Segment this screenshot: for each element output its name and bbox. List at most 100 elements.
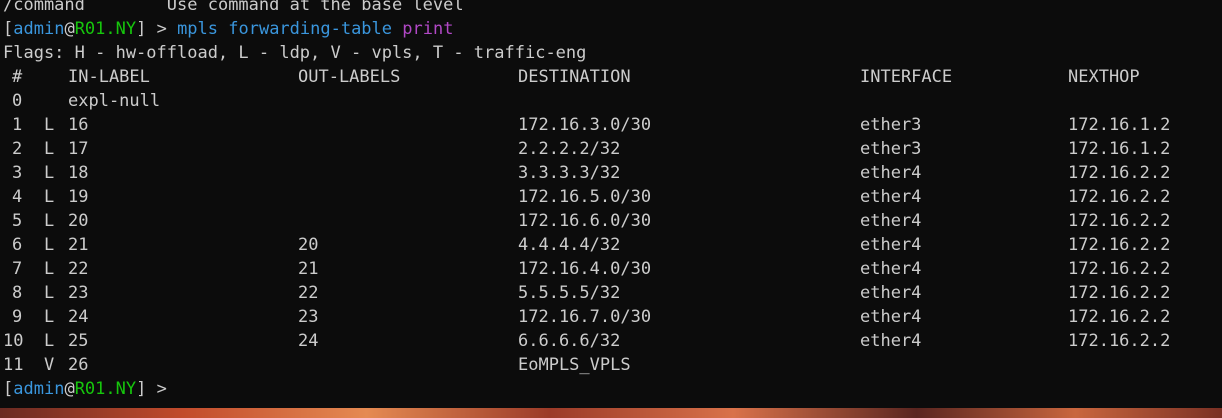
row-interface: ether4 bbox=[860, 163, 922, 183]
prompt-at: @ bbox=[64, 379, 75, 399]
row-flag: L bbox=[44, 283, 55, 303]
row-nexthop: 172.16.2.2 bbox=[1068, 259, 1171, 279]
row-num: 1 bbox=[12, 115, 23, 135]
table-row: 5 L 20 172.16.6.0/30 ether4 172.16.2.2 bbox=[0, 209, 1222, 233]
row-num: 5 bbox=[12, 211, 23, 231]
header-num: # bbox=[12, 67, 23, 87]
row-in-label: expl-null bbox=[68, 91, 161, 111]
header-in-label: IN-LABEL bbox=[68, 67, 150, 87]
row-nexthop: 172.16.2.2 bbox=[1068, 235, 1171, 255]
row-destination: 172.16.6.0/30 bbox=[518, 211, 652, 231]
row-destination: 172.16.5.0/30 bbox=[518, 187, 652, 207]
row-in-label: 18 bbox=[68, 163, 89, 183]
row-interface: ether3 bbox=[860, 115, 922, 135]
header-interface: INTERFACE bbox=[860, 67, 953, 87]
row-destination: 172.16.4.0/30 bbox=[518, 259, 652, 279]
header-out-labels: OUT-LABELS bbox=[298, 67, 401, 87]
row-destination: EoMPLS_VPLS bbox=[518, 355, 631, 375]
table-row: 3 L 18 3.3.3.3/32 ether4 172.16.2.2 bbox=[0, 161, 1222, 185]
row-nexthop: 172.16.2.2 bbox=[1068, 331, 1171, 351]
row-in-label: 17 bbox=[68, 139, 89, 159]
row-interface: ether4 bbox=[860, 307, 922, 327]
row-in-label: 22 bbox=[68, 259, 89, 279]
row-num: 11 bbox=[3, 355, 24, 375]
table-row: 9 L 24 23 172.16.7.0/30 ether4 172.16.2.… bbox=[0, 305, 1222, 329]
row-flag: L bbox=[44, 163, 55, 183]
row-num: 2 bbox=[12, 139, 23, 159]
row-out-labels: 21 bbox=[298, 259, 319, 279]
row-interface: ether3 bbox=[860, 139, 922, 159]
table-row: 2 L 17 2.2.2.2/32 ether3 172.16.1.2 bbox=[0, 137, 1222, 161]
prompt-host: R01.NY bbox=[74, 19, 137, 39]
row-num: 7 bbox=[12, 259, 23, 279]
table-row: 6 L 21 20 4.4.4.4/32 ether4 172.16.2.2 bbox=[0, 233, 1222, 257]
row-flag: L bbox=[44, 211, 55, 231]
row-out-labels: 22 bbox=[298, 283, 319, 303]
row-out-labels: 24 bbox=[298, 331, 319, 351]
row-num: 8 bbox=[12, 283, 23, 303]
row-nexthop: 172.16.2.2 bbox=[1068, 307, 1171, 327]
row-interface: ether4 bbox=[860, 211, 922, 231]
row-flag: L bbox=[44, 331, 55, 351]
prompt-host: R01.NY bbox=[74, 379, 137, 399]
row-out-labels: 20 bbox=[298, 235, 319, 255]
row-in-label: 23 bbox=[68, 283, 89, 303]
row-interface: ether4 bbox=[860, 259, 922, 279]
table-row: 8 L 23 22 5.5.5.5/32 ether4 172.16.2.2 bbox=[0, 281, 1222, 305]
table-row: 10 L 25 24 6.6.6.6/32 ether4 172.16.2.2 bbox=[0, 329, 1222, 353]
row-nexthop: 172.16.2.2 bbox=[1068, 283, 1171, 303]
row-interface: ether4 bbox=[860, 187, 922, 207]
row-nexthop: 172.16.1.2 bbox=[1068, 115, 1171, 135]
row-in-label: 19 bbox=[68, 187, 89, 207]
row-flag: L bbox=[44, 139, 55, 159]
row-nexthop: 172.16.2.2 bbox=[1068, 187, 1171, 207]
prompt-close: ] > bbox=[136, 19, 178, 39]
flags-legend: Flags: H - hw-offload, L - ldp, V - vpls… bbox=[3, 43, 587, 63]
row-flag: L bbox=[44, 259, 55, 279]
row-flag: V bbox=[44, 355, 55, 375]
row-flag: L bbox=[44, 115, 55, 135]
row-flag: L bbox=[44, 235, 55, 255]
input-prompt-line[interactable]: [admin@R01.NY] > bbox=[3, 377, 177, 401]
row-in-label: 25 bbox=[68, 331, 89, 351]
row-flag: L bbox=[44, 187, 55, 207]
terminal-window[interactable]: /command Use command at the base level [… bbox=[0, 0, 1222, 408]
command-print: print bbox=[392, 19, 454, 39]
row-destination: 5.5.5.5/32 bbox=[518, 283, 621, 303]
prompt-open-bracket: [ bbox=[3, 379, 14, 399]
header-destination: DESTINATION bbox=[518, 67, 631, 87]
row-destination: 3.3.3.3/32 bbox=[518, 163, 621, 183]
help-line: /command Use command at the base level bbox=[3, 0, 464, 17]
row-flag: L bbox=[44, 307, 55, 327]
prompt-close: ] > bbox=[136, 379, 178, 399]
row-interface: ether4 bbox=[860, 283, 922, 303]
prompt-at: @ bbox=[64, 19, 75, 39]
row-in-label: 20 bbox=[68, 211, 89, 231]
row-num: 10 bbox=[3, 331, 24, 351]
row-nexthop: 172.16.2.2 bbox=[1068, 211, 1171, 231]
row-destination: 172.16.3.0/30 bbox=[518, 115, 652, 135]
row-nexthop: 172.16.1.2 bbox=[1068, 139, 1171, 159]
header-nexthop: NEXTHOP bbox=[1068, 67, 1140, 87]
desktop-wallpaper-strip bbox=[0, 408, 1222, 418]
row-num: 4 bbox=[12, 187, 23, 207]
table-row: 11 V 26 EoMPLS_VPLS bbox=[0, 353, 1222, 377]
row-num: 6 bbox=[12, 235, 23, 255]
help-description: Use command at the base level bbox=[166, 0, 464, 15]
table-row: 7 L 22 21 172.16.4.0/30 ether4 172.16.2.… bbox=[0, 257, 1222, 281]
row-interface: ether4 bbox=[860, 331, 922, 351]
row-destination: 2.2.2.2/32 bbox=[518, 139, 621, 159]
row-destination: 172.16.7.0/30 bbox=[518, 307, 652, 327]
row-destination: 4.4.4.4/32 bbox=[518, 235, 621, 255]
row-in-label: 26 bbox=[68, 355, 89, 375]
row-num: 3 bbox=[12, 163, 23, 183]
table-row: 0 expl-null bbox=[0, 89, 1222, 113]
row-nexthop: 172.16.2.2 bbox=[1068, 163, 1171, 183]
row-out-labels: 23 bbox=[298, 307, 319, 327]
command-forwarding-table: forwarding-table bbox=[218, 19, 393, 39]
row-interface: ether4 bbox=[860, 235, 922, 255]
help-command: /command bbox=[3, 0, 85, 15]
prompt-user: admin bbox=[13, 19, 65, 39]
prompt-open-bracket: [ bbox=[3, 19, 14, 39]
row-num: 0 bbox=[12, 91, 23, 111]
